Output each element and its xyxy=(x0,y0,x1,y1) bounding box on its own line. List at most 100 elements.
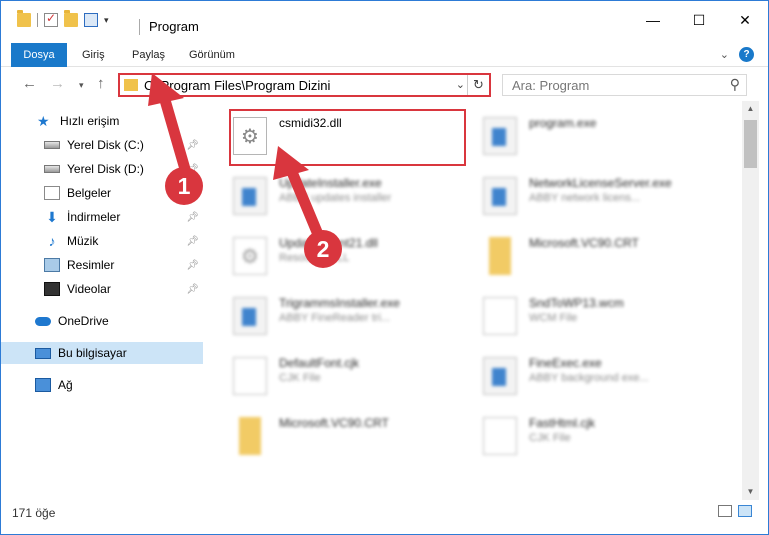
minimize-button[interactable]: — xyxy=(630,7,676,33)
up-arrow-icon[interactable]: ↑ xyxy=(97,75,105,92)
tab-share[interactable]: Paylaş xyxy=(132,43,165,67)
nav-item-this-pc[interactable]: Bu bilgisayar xyxy=(1,342,203,364)
file-description: ABBY background exe... xyxy=(529,372,649,384)
file-description: WCM File xyxy=(529,312,578,324)
file-description: CJK File xyxy=(529,432,571,444)
close-button[interactable]: ✕ xyxy=(722,7,768,33)
quick-access-toolbar: ▾ xyxy=(17,10,109,27)
file-tile[interactable]: DefaultFont.cjk CJK File xyxy=(209,347,459,403)
refresh-icon[interactable]: ↻ xyxy=(467,75,489,95)
star-icon: ★ xyxy=(37,113,50,129)
nav-item-quick-access[interactable]: ★ Hızlı erişim xyxy=(1,110,203,132)
nav-item-onedrive[interactable]: OneDrive xyxy=(1,310,203,332)
nav-item-label: Belgeler xyxy=(67,186,112,200)
file-tile[interactable]: program.exe xyxy=(459,107,709,163)
nav-item-label: Bu bilgisayar xyxy=(58,346,127,360)
file-tile[interactable]: SndToWP13.wcm WCM File xyxy=(459,287,709,343)
nav-item-videos[interactable]: Videolar 📌︎ xyxy=(1,278,203,300)
exe-icon xyxy=(233,297,267,335)
file-tile[interactable]: TrigrammsInstaller.exe ABBY FineReader t… xyxy=(209,287,459,343)
explorer-window: ▾ Program — ☐ ✕ Dosya Giriş Paylaş Görün… xyxy=(0,0,769,535)
search-box[interactable]: Ara: Program ⚲ xyxy=(502,74,747,96)
ribbon-right-controls: ⌄ ? xyxy=(720,47,754,62)
dll-gear-icon: ⚙ xyxy=(233,237,267,275)
pin-icon[interactable]: 📌︎ xyxy=(186,212,199,223)
file-name: program.exe xyxy=(529,116,597,130)
search-icon[interactable]: ⚲ xyxy=(730,76,740,93)
exe-icon xyxy=(483,177,517,215)
file-name: DefaultFont.cjk xyxy=(279,356,360,370)
new-folder-icon[interactable] xyxy=(64,10,78,27)
expand-ribbon-icon[interactable]: ⌄ xyxy=(720,48,729,61)
file-tile[interactable]: FineExec.exe ABBY background exe... xyxy=(459,347,709,403)
customize-toolbar-icon[interactable]: ▾ xyxy=(104,15,109,26)
nav-item-label: Yerel Disk (C:) xyxy=(67,138,144,152)
vertical-scrollbar[interactable]: ▲ ▼ xyxy=(742,101,759,500)
pin-icon[interactable]: 📌︎ xyxy=(186,260,199,271)
videos-icon xyxy=(44,282,60,296)
file-tile[interactable]: Microsoft.VC90.CRT xyxy=(209,407,459,463)
nav-item-label: Hızlı erişim xyxy=(60,114,120,128)
scroll-down-icon[interactable]: ▼ xyxy=(742,484,759,500)
file-tile[interactable]: NetworkLicenseServer.exe ABBY network li… xyxy=(459,167,709,223)
pictures-icon xyxy=(44,258,60,272)
exe-icon xyxy=(483,117,517,155)
address-dropdown-icon[interactable]: ⌄ xyxy=(456,78,465,91)
forward-arrow-icon[interactable]: → xyxy=(50,75,65,92)
folder-icon[interactable] xyxy=(17,10,31,27)
recent-locations-icon[interactable]: ▾ xyxy=(79,80,84,91)
nav-item-label: İndirmeler xyxy=(67,210,121,224)
back-arrow-icon[interactable]: ← xyxy=(22,75,37,92)
nav-item-pictures[interactable]: Resimler 📌︎ xyxy=(1,254,203,276)
exe-icon xyxy=(483,357,517,395)
nav-item-network[interactable]: Ağ xyxy=(1,374,203,396)
file-name: FastHtml.cjk xyxy=(529,416,595,430)
window-controls: — ☐ ✕ xyxy=(630,7,768,33)
step-badge-2: 2 xyxy=(304,230,342,268)
file-name: Microsoft.VC90.CRT xyxy=(279,416,389,430)
tiles-view-icon[interactable] xyxy=(738,505,752,517)
folder-icon xyxy=(124,79,138,91)
address-bar[interactable]: C:\Program Files\Program Dizini ⌄ ↻ xyxy=(118,73,491,97)
properties-icon[interactable] xyxy=(84,13,98,27)
details-view-icon[interactable] xyxy=(718,505,732,517)
documents-icon xyxy=(44,186,60,200)
pin-icon[interactable]: 📌︎ xyxy=(186,236,199,247)
nav-item-downloads[interactable]: ⬇ İndirmeler 📌︎ xyxy=(1,206,203,228)
help-icon[interactable]: ? xyxy=(739,47,754,62)
scroll-thumb[interactable] xyxy=(744,120,757,168)
file-name: SndToWP13.wcm xyxy=(529,296,624,310)
document-icon xyxy=(233,357,267,395)
tab-home[interactable]: Giriş xyxy=(82,43,105,67)
document-icon xyxy=(483,417,517,455)
pin-icon[interactable]: 📌︎ xyxy=(186,284,199,295)
highlight-box-dll xyxy=(229,109,466,166)
file-tile[interactable]: UpdateInstaller.exe ABBY updates install… xyxy=(209,167,459,223)
tab-file[interactable]: Dosya xyxy=(11,43,67,67)
maximize-button[interactable]: ☐ xyxy=(676,7,722,33)
download-icon: ⬇ xyxy=(46,209,58,225)
file-tile[interactable]: FastHtml.cjk CJK File xyxy=(459,407,709,463)
view-switcher xyxy=(718,505,752,517)
status-bar: 171 öğe xyxy=(1,501,768,525)
address-path[interactable]: C:\Program Files\Program Dizini xyxy=(144,78,330,93)
nav-item-label: Yerel Disk (D:) xyxy=(67,162,144,176)
tab-view[interactable]: Görünüm xyxy=(189,43,235,67)
scroll-up-icon[interactable]: ▲ xyxy=(742,101,759,117)
network-icon xyxy=(35,378,51,392)
nav-item-music[interactable]: ♪ Müzik 📌︎ xyxy=(1,230,203,252)
folder-icon xyxy=(239,417,261,455)
file-tile[interactable]: Microsoft.VC90.CRT xyxy=(459,227,709,283)
file-description: ABBY network licens... xyxy=(529,192,641,204)
properties-check-icon[interactable] xyxy=(44,11,58,27)
nav-item-label: Videolar xyxy=(67,282,111,296)
drive-icon xyxy=(44,141,60,149)
pin-icon[interactable]: 📌︎ xyxy=(186,140,199,151)
exe-icon xyxy=(233,177,267,215)
file-description: ABBY FineReader tri... xyxy=(279,312,391,324)
file-description: ABBY updates installer xyxy=(279,192,392,204)
navigation-row: ← → ▾ ↑ C:\Program Files\Program Dizini … xyxy=(1,69,768,101)
nav-item-drive-c[interactable]: Yerel Disk (C:) 📌︎ xyxy=(1,134,203,156)
search-placeholder[interactable]: Ara: Program xyxy=(512,78,589,93)
nav-item-label: Ağ xyxy=(58,378,73,392)
